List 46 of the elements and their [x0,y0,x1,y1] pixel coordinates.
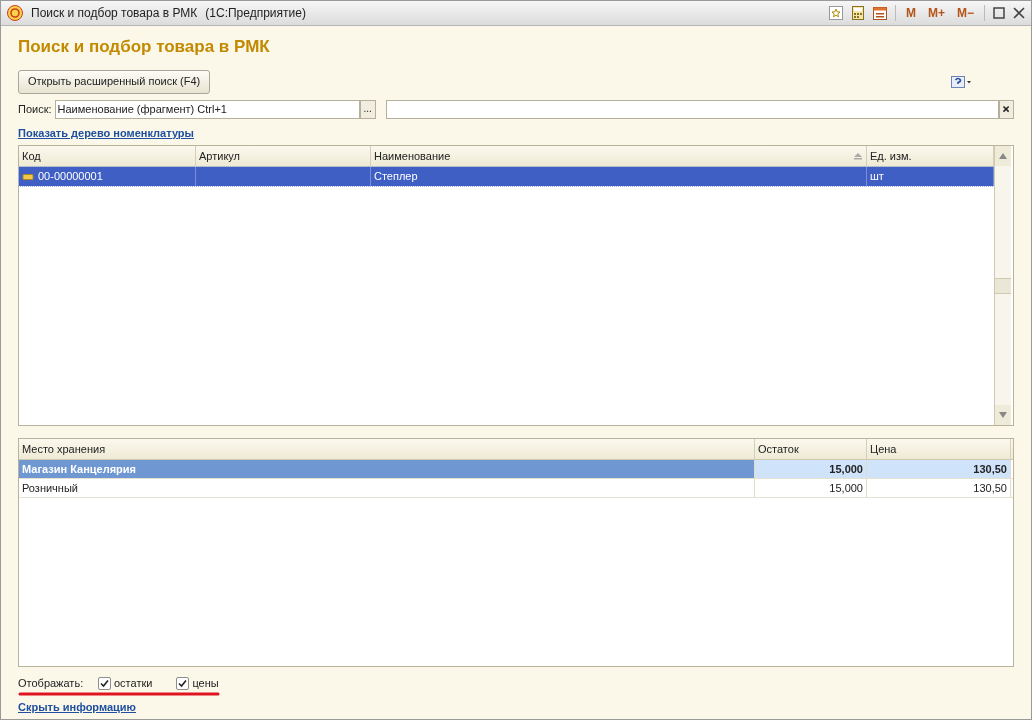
search-field[interactable] [385,99,999,119]
calendar-icon[interactable] [872,6,887,20]
help-menu-icon[interactable] [950,74,974,89]
star-icon[interactable] [828,6,843,20]
hide-info-link[interactable]: Скрыть информацию [18,699,136,716]
checkbox[interactable] [98,676,111,690]
table-cell-text: шт [870,169,884,185]
memory-button[interactable]: M− [955,4,976,22]
memory-button[interactable]: M+ [925,4,947,22]
table-cell-text: 130,50 [973,480,1007,496]
scroll-down-icon[interactable] [995,405,1011,425]
checkmark-icon [100,678,109,688]
clear-icon[interactable] [999,99,1014,119]
checkmark-icon [178,678,188,688]
form-heading: Поиск и подбор товара в РМК [18,36,270,58]
memory-button[interactable]: M [903,4,918,22]
table-cell-text: 15,000 [829,480,863,496]
search-label: Поиск: [18,101,52,117]
item-icon [22,172,34,181]
checkbox-label[interactable]: остатки [114,674,153,692]
scroll-thumb[interactable] [995,277,1011,294]
window-title: Поиск и подбор товара в РМК [31,5,198,22]
table-cell-text: 15,000 [829,461,863,477]
column-header[interactable]: Место хранения [19,439,755,459]
table-cell-text: 130,50 [973,461,1007,477]
table-cell-text: Степлер [374,169,418,185]
sort-icon [853,152,863,160]
checkbox-label[interactable]: цены [192,674,219,692]
column-header[interactable]: Цена [867,439,1011,459]
scroll-up-icon[interactable] [995,146,1011,166]
scrollbar[interactable] [994,146,1011,425]
table-cell-text: Магазин Канцелярия [22,461,136,477]
window-subtitle: (1С:Предприятие) [205,5,306,22]
column-header[interactable]: Остаток [755,439,867,459]
calculator-icon[interactable] [850,6,865,20]
advanced-search-button[interactable]: Открыть расширенный поиск (F4) [18,69,211,94]
table-cell-text: 00-00000001 [38,169,103,185]
checkbox[interactable] [176,676,190,690]
close-icon[interactable] [1013,7,1025,19]
app-logo-icon [7,5,23,21]
table-row[interactable]: 00-00000001 Степлер шт [19,167,994,186]
show-tree-link[interactable]: Показать дерево номенклатуры [18,124,194,141]
display-label: Отображать: [18,675,85,691]
search-mode-field[interactable]: Наименование (фрагмент) Ctrl+1 [54,99,360,119]
maximize-icon[interactable] [993,7,1005,19]
table-cell-text: Розничный [22,480,78,496]
